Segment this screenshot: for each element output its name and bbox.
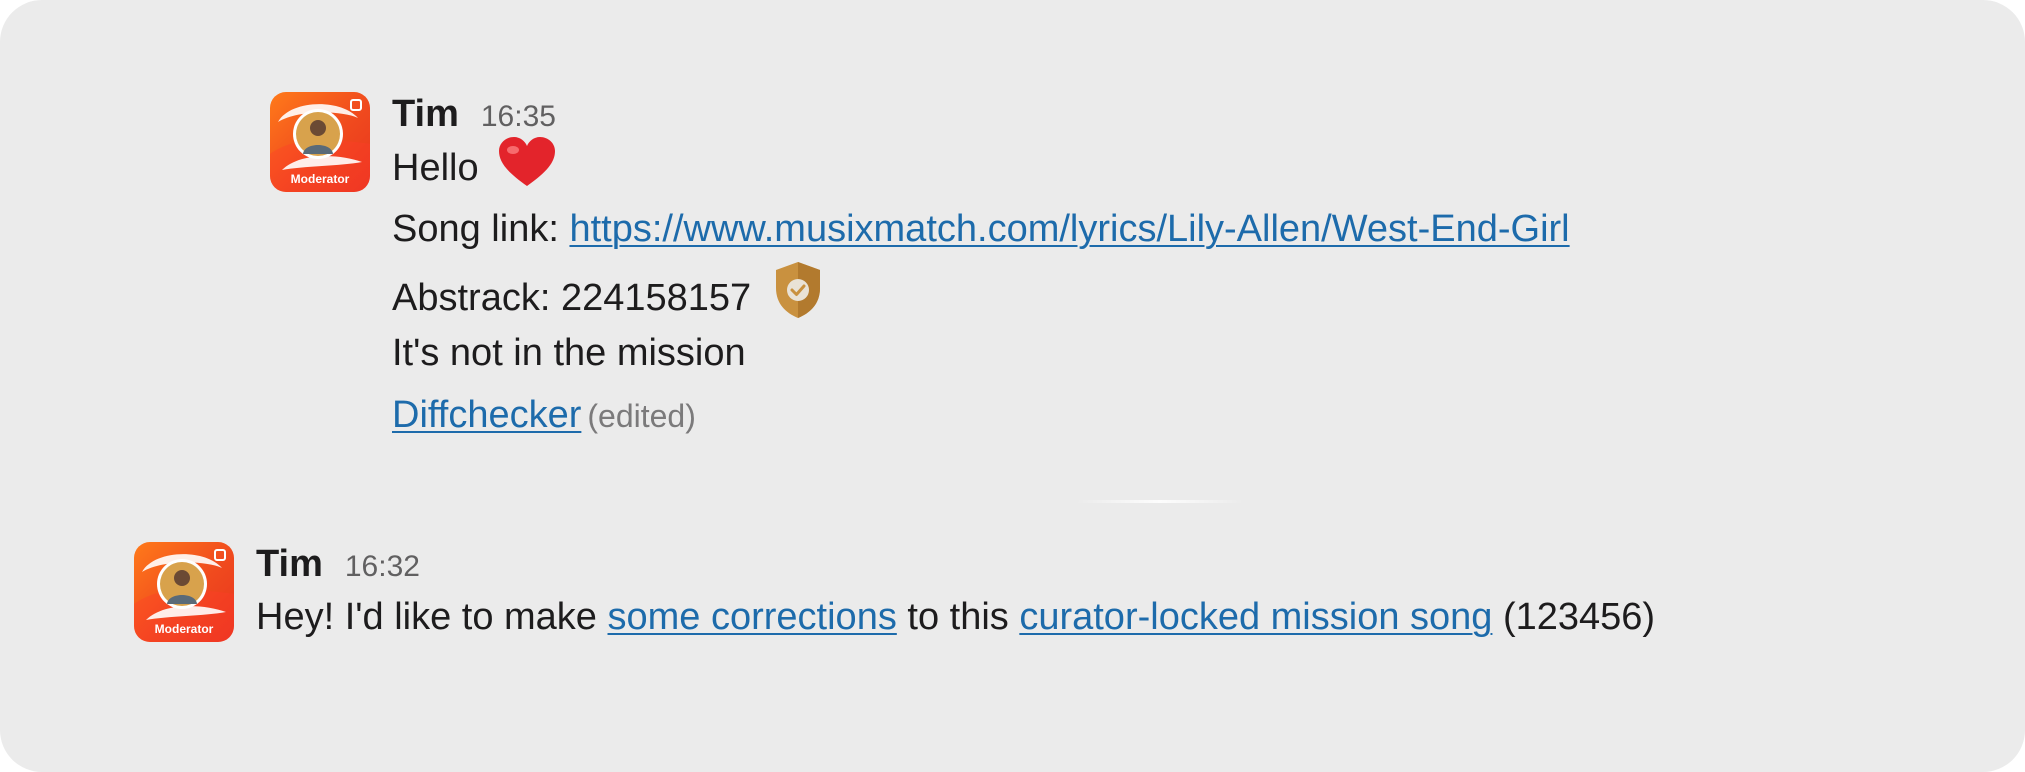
- message-line: Hello: [392, 136, 1992, 198]
- message-text: (123456): [1492, 596, 1656, 638]
- message-line: Abstrack: 224158157: [392, 260, 1992, 322]
- moderator-avatar-icon: Moderator: [270, 99, 370, 192]
- note-text: It's not in the mission: [392, 332, 746, 374]
- avatar[interactable]: Moderator: [270, 92, 370, 192]
- message-line: Hey! I'd like to make some corrections t…: [256, 586, 1856, 648]
- message-line: Song link: https://www.musixmatch.com/ly…: [392, 198, 1992, 260]
- author-name[interactable]: Tim: [392, 92, 459, 136]
- author-name[interactable]: Tim: [256, 542, 323, 586]
- edited-label: (edited): [587, 398, 696, 434]
- avatar-badge: Moderator: [155, 622, 214, 636]
- moderator-avatar-icon: Moderator: [134, 549, 234, 642]
- message-text: Hey! I'd like to make: [256, 596, 608, 638]
- timestamp[interactable]: 16:35: [481, 95, 556, 139]
- verified-shield-icon: [775, 262, 820, 318]
- heart-icon: [499, 137, 556, 186]
- greeting-text: Hello: [392, 147, 479, 189]
- timestamp[interactable]: 16:32: [345, 545, 420, 589]
- avatar-badge: Moderator: [291, 172, 350, 186]
- message-panel: Moderator Tim 16:35 Hello Song link: htt…: [0, 0, 2025, 772]
- corrections-link[interactable]: some corrections: [608, 596, 897, 638]
- message-text: to this: [896, 596, 1020, 638]
- mission-song-link[interactable]: curator-locked mission song: [1019, 596, 1492, 638]
- divider: [1076, 500, 1244, 503]
- message-header: Tim 16:35: [392, 92, 1992, 136]
- abstrack-text: Abstrack: 224158157: [392, 277, 752, 319]
- diffchecker-link[interactable]: Diffchecker: [392, 394, 581, 436]
- avatar[interactable]: Moderator: [134, 542, 234, 642]
- message-body: Tim 16:35 Hello Song link: https://www.m…: [392, 92, 1992, 446]
- song-link-label: Song link:: [392, 208, 570, 250]
- message-line: Diffchecker (edited): [392, 384, 1992, 446]
- message-body: Tim 16:32 Hey! I'd like to make some cor…: [256, 542, 1856, 648]
- message-header: Tim 16:32: [256, 542, 1856, 586]
- message-line: It's not in the mission: [392, 322, 1992, 384]
- song-link[interactable]: https://www.musixmatch.com/lyrics/Lily-A…: [569, 208, 1569, 250]
